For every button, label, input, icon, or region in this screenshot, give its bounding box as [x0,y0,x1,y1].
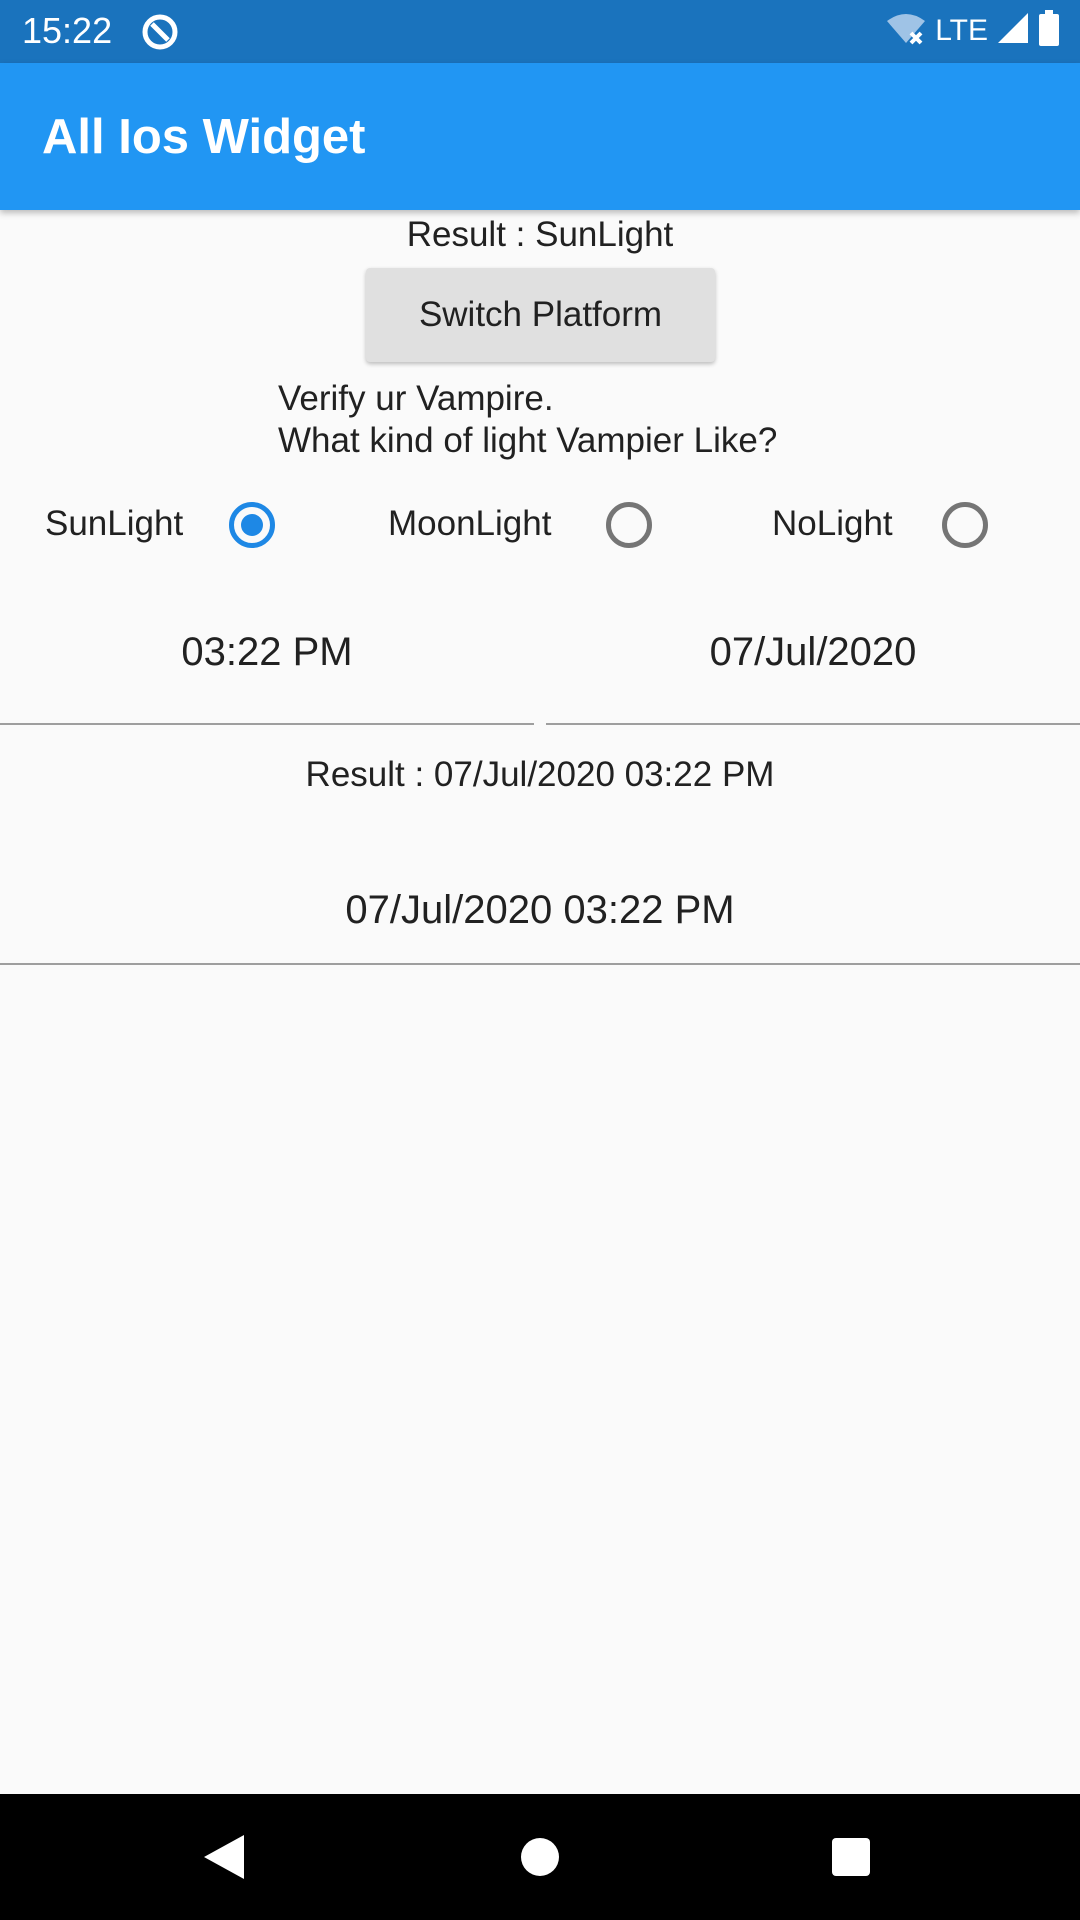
radio-result-text: Result : SunLight [406,215,674,254]
time-value: 03:22 PM [181,630,353,674]
question-text: Verify ur Vampire. What kind of light Va… [278,378,777,462]
question-line-1: Verify ur Vampire. [278,379,554,418]
datetime-value: 07/Jul/2020 03:22 PM [345,888,735,932]
question-line-2: What kind of light Vampier Like? [278,421,778,460]
datetime-result-text: Result : 07/Jul/2020 03:22 PM [305,755,775,794]
radio-nolight[interactable] [942,502,988,548]
wifi-off-icon [885,11,927,50]
status-time: 15:22 [22,10,113,51]
main-content: Result : SunLight Switch Platform Verify… [0,210,1080,1794]
radio-moonlight[interactable] [606,502,652,548]
switch-platform-button[interactable]: Switch Platform [366,268,715,362]
navigation-bar [0,1794,1080,1920]
app-bar: All Ios Widget [0,63,1080,210]
network-type: LTE [935,13,988,47]
battery-icon [1038,10,1060,51]
time-picker-field[interactable]: 03:22 PM [0,610,534,725]
date-picker-field[interactable]: 07/Jul/2020 [546,610,1080,725]
app-notification-icon [140,12,180,57]
radio-group: SunLight MoonLight NoLight [0,490,1080,560]
signal-icon [996,11,1030,50]
status-bar: 15:22 LTE [0,0,1080,63]
back-icon[interactable] [200,1832,246,1887]
datetime-picker-field[interactable]: 07/Jul/2020 03:22 PM [0,840,1080,965]
date-value: 07/Jul/2020 [709,630,917,674]
radio-sunlight[interactable] [229,502,275,548]
recents-icon[interactable] [829,1832,873,1887]
app-title: All Ios Widget [42,110,366,164]
radio-label-sunlight: SunLight [45,504,184,543]
radio-label-nolight: NoLight [772,504,893,543]
home-icon[interactable] [519,1832,561,1887]
radio-label-moonlight: MoonLight [388,504,552,543]
